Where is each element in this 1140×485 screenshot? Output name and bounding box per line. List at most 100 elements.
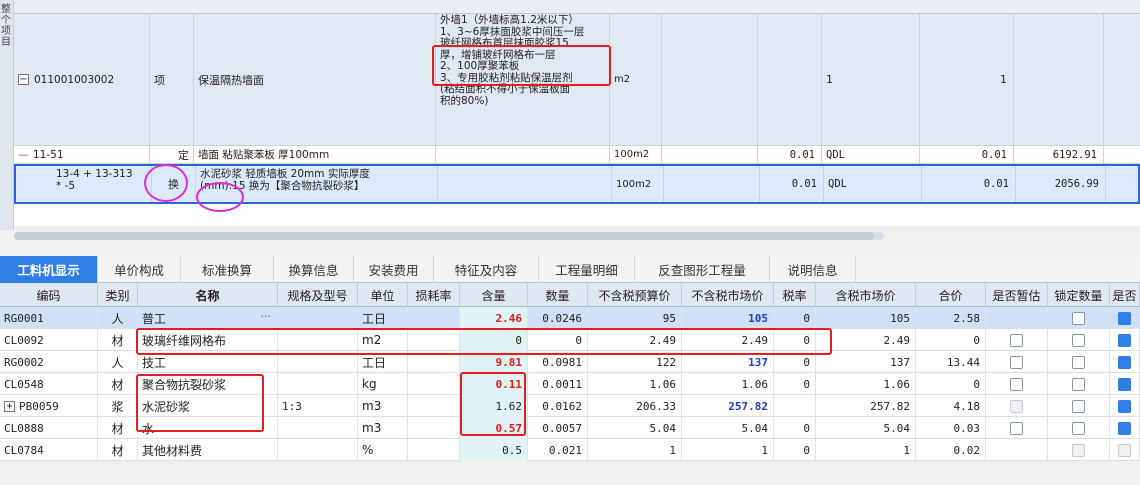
cell-market-price[interactable]: 2.49 (682, 329, 774, 351)
cell-name[interactable]: 其他材料费 (138, 439, 278, 461)
col-header-category[interactable]: 类别 (98, 283, 138, 307)
cell-name[interactable]: 玻璃纤维网格布 (138, 329, 278, 351)
more-checkbox[interactable] (1118, 333, 1131, 347)
cell-more (1110, 307, 1140, 329)
row-code-cell: — 11-51 (14, 146, 150, 163)
grid-row-replaced-quota[interactable]: 13-4 + 13-313 * -5 换 水泥砂浆 轻质墙板 20mm 实际厚度… (14, 164, 1140, 204)
cell-name[interactable]: 水泥砂浆 (138, 395, 278, 417)
estimated-checkbox[interactable] (1010, 333, 1023, 347)
tab-install-fee[interactable]: 安装费用 (354, 256, 434, 283)
col-header-content[interactable]: 含量 (460, 283, 528, 307)
cell-market-price[interactable]: 1 (682, 439, 774, 461)
cell-content[interactable]: 1.62 (460, 395, 528, 417)
col-header-spec[interactable]: 规格及型号 (278, 283, 358, 307)
col-header-more[interactable]: 是否 (1110, 283, 1140, 307)
cell-quantity: 0.0057 (528, 417, 588, 439)
tab-labor-material[interactable]: 工料机显示 (0, 256, 98, 283)
table-row[interactable]: CL0092 材 玻璃纤维网格布 m2 0 0 2.49 2.49 0 2.49 0 (0, 329, 1140, 351)
more-checkbox[interactable] (1118, 399, 1131, 413)
cell-content[interactable]: 2.46 (460, 307, 528, 329)
tab-quantity-detail[interactable]: 工程量明细 (539, 256, 635, 283)
col-header-budget-price[interactable]: 不含税预算价 (588, 283, 682, 307)
tab-reverse-lookup[interactable]: 反查图形工程量 (635, 256, 770, 283)
cell-total-text: 13.44 (946, 355, 980, 369)
lock-qty-checkbox[interactable] (1072, 311, 1085, 325)
table-row[interactable]: CL0548 材 聚合物抗裂砂浆 kg 0.11 0.0011 1.06 1.06 0 1.06 0 (0, 373, 1140, 395)
cell-quantity-text: 0.0162 (542, 399, 582, 413)
cell-name-text: 其他材料费 (142, 443, 203, 458)
more-options-icon[interactable]: ··· (261, 310, 272, 323)
estimated-checkbox[interactable] (1010, 421, 1023, 435)
more-checkbox[interactable] (1118, 377, 1131, 391)
tab-features[interactable]: 特征及内容 (434, 256, 539, 283)
cell-content[interactable]: 9.81 (460, 351, 528, 373)
cell-unit-text: 工日 (362, 311, 387, 326)
lock-qty-checkbox[interactable] (1072, 421, 1085, 435)
estimated-checkbox[interactable] (1010, 355, 1023, 369)
col-header-estimated[interactable]: 是否暂估 (986, 283, 1048, 307)
col-header-tax-market-price[interactable]: 含税市场价 (816, 283, 916, 307)
table-row[interactable]: RG0001 人 普工 ··· 工日 2.46 0.0246 95 105 0 105 2.58 (0, 307, 1140, 329)
table-row[interactable]: CL0784 材 其他材料费% 0.5 0.021 1 1 0 1 0.02 (0, 439, 1140, 461)
app-window: { "left_panel": { "vertical_text": "整个项目… (0, 0, 1140, 485)
col-header-market-price[interactable]: 不含税市场价 (682, 283, 774, 307)
more-checkbox[interactable] (1118, 421, 1131, 435)
cell-market-price[interactable]: 105 (682, 307, 774, 329)
col-header-quantity[interactable]: 数量 (528, 283, 588, 307)
tab-standard-conversion[interactable]: 标准换算 (181, 256, 274, 283)
col-header-unit[interactable]: 单位 (358, 283, 408, 307)
cell-tax-market-price-text: 2.49 (883, 333, 911, 347)
more-checkbox[interactable] (1118, 311, 1131, 325)
scrollbar-thumb[interactable] (14, 232, 874, 240)
cell-spec (278, 439, 358, 461)
grid-row-quota[interactable]: — 11-51 定 墙面 粘贴聚苯板 厚100mm 100m2 0.01 QDL… (14, 146, 1140, 164)
table-row[interactable]: + PB0059 浆 水泥砂浆 1:3 m3 1.62 0.0162 206.33 257.82 2… (0, 395, 1140, 417)
cell-content[interactable]: 0.5 (460, 439, 528, 461)
cell-lock-qty (1048, 373, 1110, 395)
cell-market-price[interactable]: 137 (682, 351, 774, 373)
cell-market-price[interactable]: 1.06 (682, 373, 774, 395)
horizontal-scrollbar[interactable] (14, 232, 884, 240)
cell-market-price[interactable]: 257.82 (682, 395, 774, 417)
collapse-icon[interactable]: − (18, 74, 29, 85)
tab-conversion-info[interactable]: 换算信息 (274, 256, 354, 283)
cell-lock-qty (1048, 329, 1110, 351)
col-header-lock-qty[interactable]: 锁定数量 (1048, 283, 1110, 307)
cell-budget-price: 1 (588, 439, 682, 461)
col-header-tax-rate[interactable]: 税率 (774, 283, 816, 307)
cell-spec (278, 307, 358, 329)
cell-name[interactable]: 普工 ··· (138, 307, 278, 329)
col-header-loss[interactable]: 损耗率 (408, 283, 460, 307)
cell-market-price[interactable]: 5.04 (682, 417, 774, 439)
cell-budget-price: 206.33 (588, 395, 682, 417)
col-header-code[interactable]: 编码 (0, 283, 98, 307)
tab-unit-price[interactable]: 单价构成 (98, 256, 181, 283)
row-unit: 100m2 (610, 146, 662, 163)
lock-qty-checkbox[interactable] (1072, 355, 1085, 369)
table-row[interactable]: CL0888 材 水 m3 0.57 0.0057 5.04 5.04 0 5.04 0.03 (0, 417, 1140, 439)
cell-quantity: 0.0246 (528, 307, 588, 329)
lock-qty-checkbox[interactable] (1072, 399, 1085, 413)
cell-name[interactable]: 聚合物抗裂砂浆 (138, 373, 278, 395)
cell-content[interactable]: 0.11 (460, 373, 528, 395)
lock-qty-checkbox[interactable] (1072, 377, 1085, 391)
cell-budget-price: 122 (588, 351, 682, 373)
cell-name[interactable]: 水 (138, 417, 278, 439)
cell-tax-market-price: 105 (816, 307, 916, 329)
cell-code-text: CL0092 (4, 333, 44, 347)
cell-content[interactable]: 0.57 (460, 417, 528, 439)
cell-tax-market-price: 1 (816, 439, 916, 461)
expand-icon[interactable]: + (4, 400, 15, 412)
more-checkbox[interactable] (1118, 355, 1131, 369)
table-row[interactable]: RG0002 人 技工 工日 9.81 0.0981 122 137 0 137 13.44 (0, 351, 1140, 373)
cell-unit: 工日 (358, 351, 408, 373)
col-header-name[interactable]: 名称 (138, 283, 278, 307)
cell-name[interactable]: 技工 (138, 351, 278, 373)
cell-content[interactable]: 0 (460, 329, 528, 351)
estimated-checkbox[interactable] (1010, 377, 1023, 391)
lock-qty-checkbox[interactable] (1072, 333, 1085, 347)
col-header-total[interactable]: 合价 (916, 283, 986, 307)
cell-loss (408, 329, 460, 351)
tab-description[interactable]: 说明信息 (770, 256, 856, 283)
grid-row-item[interactable]: − 011001003002 项 保温隔热墙面 外墙1（外墙标高1.2米以下） … (14, 14, 1140, 146)
